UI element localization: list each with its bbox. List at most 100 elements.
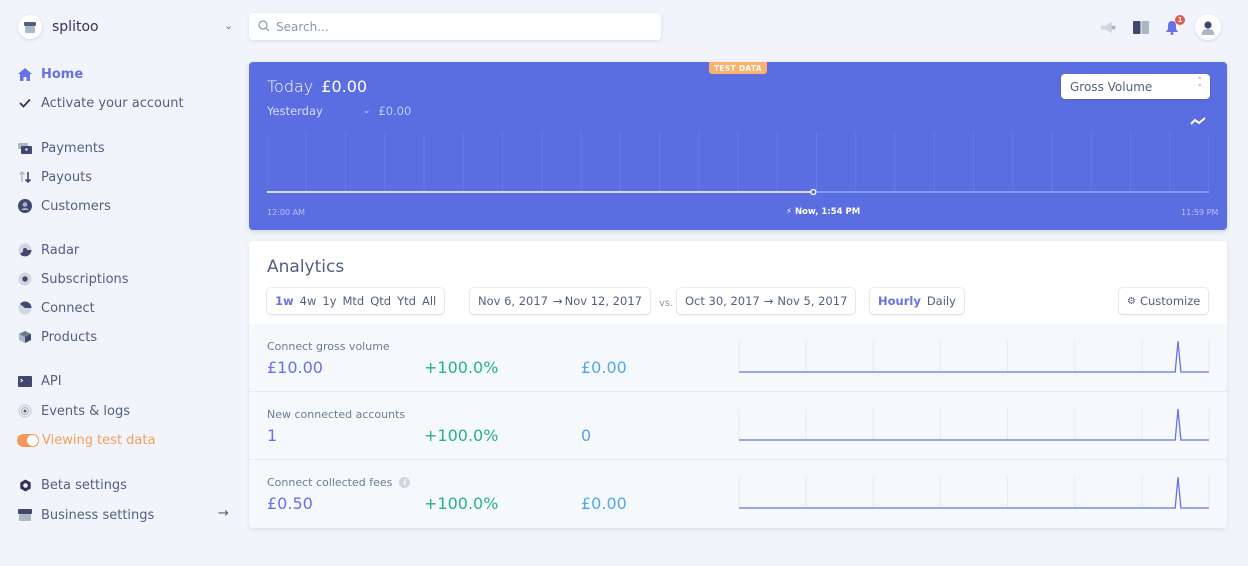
notification-count-badge: 1 [1175, 14, 1185, 25]
metric-row[interactable]: New connected accounts 1 +100.0% 0 [249, 392, 1227, 460]
user-avatar[interactable] [1195, 14, 1221, 40]
subscriptions-icon [18, 272, 32, 286]
sidebar-item-connect[interactable]: Connect [18, 298, 95, 318]
sidebar-item-label: Products [41, 329, 98, 345]
range-qtd[interactable]: Qtd [370, 294, 391, 308]
range-1w[interactable]: 1w [275, 294, 294, 308]
metric-change: +100.0% [424, 358, 499, 377]
granularity-hourly[interactable]: Hourly [878, 294, 921, 308]
metric-change: +100.0% [424, 494, 499, 513]
sidebar-item-label: Events & logs [41, 403, 131, 419]
metric-row[interactable]: Connect collected fees i £0.50 +100.0% £0… [249, 460, 1227, 528]
gear-icon: ⚙ [1127, 295, 1136, 307]
search-icon [258, 17, 270, 36]
sidebar-item-label: Subscriptions [41, 271, 129, 287]
home-icon [18, 67, 32, 81]
today-summary: Today £0.00 [267, 77, 367, 96]
metrics-list: Connect gross volume £10.00 +100.0% £0.0… [249, 324, 1227, 528]
sidebar-item-activate[interactable]: Activate your account [18, 93, 184, 113]
metric-value: 1 [267, 426, 278, 445]
range-1y[interactable]: 1y [322, 294, 336, 308]
toggle-icon[interactable] [17, 433, 39, 447]
arrow-right-icon[interactable]: → [218, 506, 229, 521]
range-ytd[interactable]: Ytd [397, 294, 416, 308]
payments-icon [18, 141, 32, 155]
date-to: Nov 12, 2017 [564, 294, 642, 308]
sidebar-item-label: Radar [41, 242, 80, 258]
sidebar-item-payments[interactable]: Payments [18, 138, 105, 158]
compare-period-selector[interactable]: Yesterday ⌄ £0.00 [267, 104, 411, 118]
sidebar-item-payouts[interactable]: Payouts [18, 167, 92, 187]
metric-select-value: Gross Volume [1070, 79, 1153, 94]
metric-select[interactable]: Gross Volume ˄ ˅ [1061, 74, 1210, 99]
customize-label: Customize [1139, 294, 1201, 308]
radar-icon [18, 243, 32, 257]
chevron-down-icon[interactable]: ⌄ [224, 19, 233, 32]
customize-button[interactable]: ⚙ Customize [1119, 288, 1209, 314]
products-icon [18, 330, 32, 344]
compare-to: Nov 5, 2017 [777, 294, 848, 308]
search-bar[interactable] [249, 13, 661, 40]
notifications-bell-icon[interactable]: 1 [1165, 14, 1185, 35]
terminal-icon [18, 374, 32, 388]
sparkline-series [739, 476, 1209, 509]
search-input[interactable] [276, 19, 656, 34]
now-marker [810, 188, 817, 196]
sidebar-item-business-settings[interactable]: Business settings [18, 505, 154, 525]
metric-label-text: Connect collected fees [267, 476, 393, 489]
granularity-daily[interactable]: Daily [927, 294, 956, 308]
chevron-down-icon[interactable]: ⌄ [363, 106, 371, 116]
analytics-card: Analytics 1w 4w 1y Mtd Qtd Ytd All Nov 6… [249, 241, 1227, 528]
trend-line-icon[interactable] [1190, 110, 1206, 129]
top-bar-actions: 1 [1100, 13, 1221, 41]
account-name: splitoo [52, 19, 99, 35]
megaphone-icon[interactable] [1100, 21, 1117, 34]
sidebar: splitoo ⌄ Home Activate your account Pay… [0, 0, 240, 566]
metric-previous: £0.00 [581, 494, 627, 513]
metric-row[interactable]: Connect gross volume £10.00 +100.0% £0.0… [249, 324, 1227, 392]
arrow-right-icon: → [553, 294, 563, 308]
arrow-right-icon: → [763, 294, 774, 308]
sidebar-item-products[interactable]: Products [18, 327, 97, 347]
store-icon [18, 508, 32, 522]
metric-change: +100.0% [424, 426, 499, 445]
metric-label-text: Connect gross volume [267, 340, 390, 353]
compare-from: Oct 30, 2017 [685, 294, 760, 308]
toggle-knob [27, 434, 38, 446]
sidebar-item-label: Customers [41, 198, 111, 214]
sidebar-item-label: Home [41, 66, 84, 82]
test-data-badge: TEST DATA [709, 62, 767, 74]
docs-book-icon[interactable] [1133, 20, 1149, 34]
sparkline-series [739, 408, 1209, 441]
metric-label: Connect collected fees i [267, 476, 411, 489]
compare-range-picker[interactable]: Oct 30, 2017 → Nov 5, 2017 [677, 288, 856, 314]
sidebar-item-api[interactable]: API [18, 371, 62, 391]
account-switcher[interactable]: splitoo ⌄ [18, 12, 240, 42]
granularity-selector: Hourly Daily [870, 288, 964, 314]
sidebar-item-beta-settings[interactable]: Beta settings [18, 475, 127, 495]
compare-amount: £0.00 [378, 104, 412, 118]
sidebar-item-label: Viewing test data [42, 432, 156, 448]
sidebar-item-events[interactable]: Events & logs [18, 401, 130, 421]
axis-start-label: 12:00 AM [267, 208, 305, 217]
analytics-title: Analytics [267, 257, 345, 277]
date-range-picker[interactable]: Nov 6, 2017 → Nov 12, 2017 [470, 288, 650, 314]
sidebar-item-home[interactable]: Home [18, 64, 83, 84]
metric-label-text: New connected accounts [267, 408, 406, 421]
metric-value: £0.50 [267, 494, 313, 513]
sparkline-series [739, 340, 1209, 373]
sidebar-item-customers[interactable]: Customers [18, 196, 111, 216]
range-mtd[interactable]: Mtd [343, 294, 365, 308]
info-icon[interactable]: i [399, 477, 411, 488]
sidebar-item-radar[interactable]: Radar [18, 240, 79, 260]
range-all[interactable]: All [422, 294, 436, 308]
sidebar-item-subscriptions[interactable]: Subscriptions [18, 269, 129, 289]
range-4w[interactable]: 4w [300, 294, 317, 308]
test-data-toggle[interactable]: Viewing test data [17, 430, 156, 450]
gross-volume-card: TEST DATA Today £0.00 Yesterday ⌄ £0.00 G… [249, 62, 1227, 230]
sidebar-item-label: API [41, 373, 62, 389]
metric-label: New connected accounts [267, 408, 405, 421]
sidebar-item-label: Business settings [41, 507, 155, 523]
today-label: Today [267, 77, 314, 96]
vs-label: vs. [659, 298, 674, 309]
